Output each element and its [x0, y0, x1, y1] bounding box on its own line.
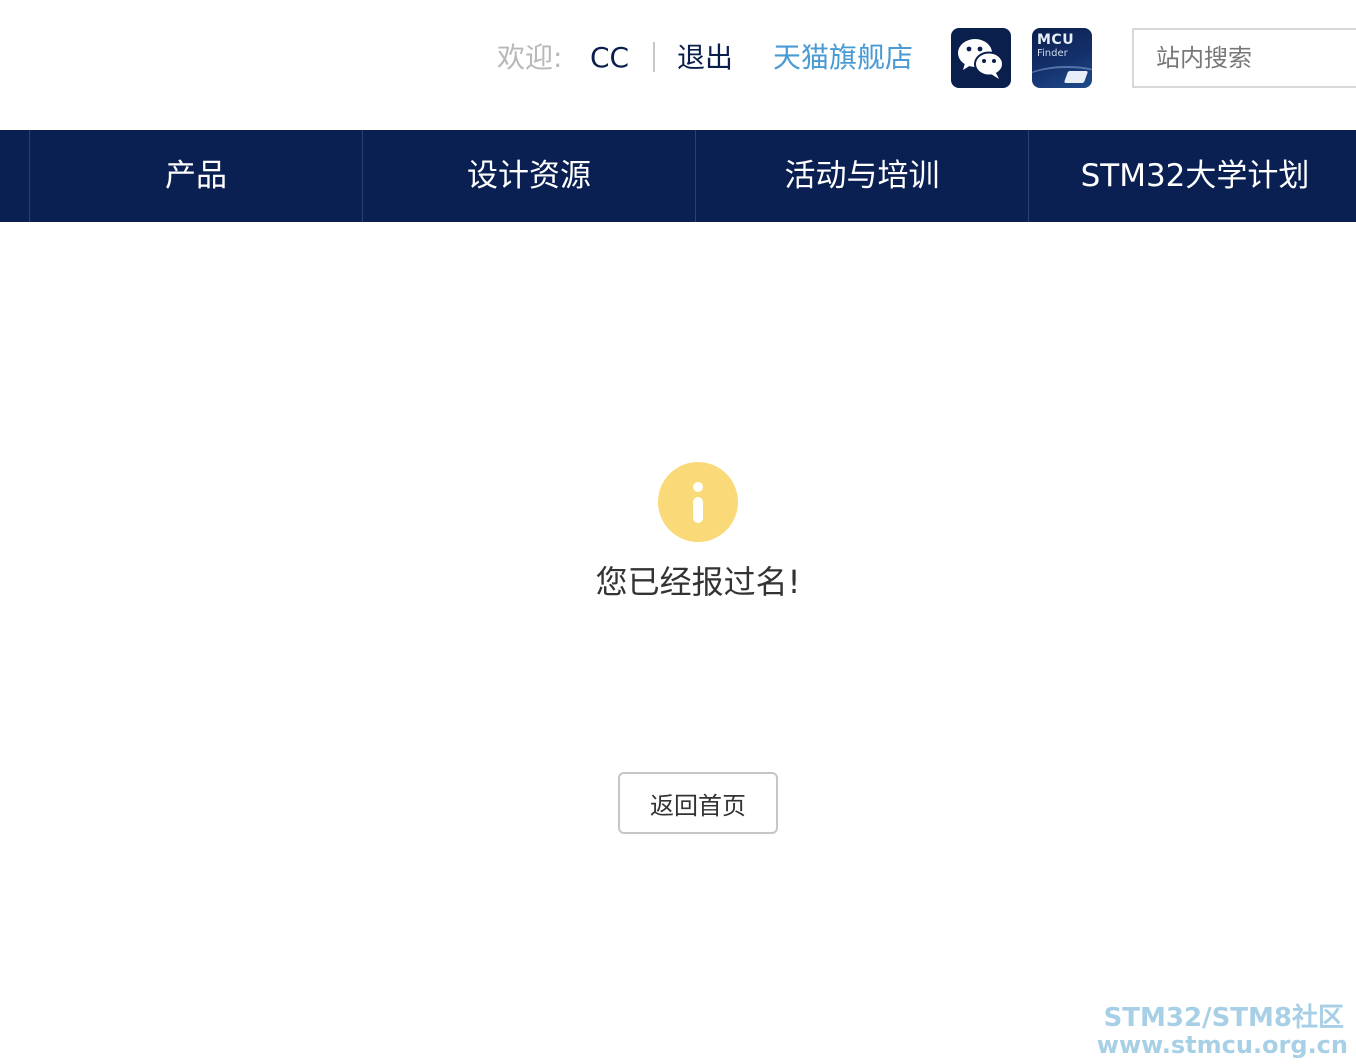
header-divider — [653, 42, 655, 72]
mcu-finder-icon[interactable]: MCU Finder — [1032, 28, 1092, 88]
info-icon — [658, 462, 738, 542]
mcu-finder-subtitle: Finder — [1037, 48, 1068, 59]
nav-item-university-program[interactable]: STM32大学计划 — [1029, 130, 1356, 222]
watermark-url: www.stmcu.org.cn — [1096, 1031, 1348, 1059]
info-icon-bar — [693, 497, 703, 523]
main-nav: 产品 设计资源 活动与培训 STM32大学计划 — [0, 130, 1356, 222]
nav-item-events-training[interactable]: 活动与培训 — [696, 130, 1028, 222]
nav-item-products[interactable]: 产品 — [30, 130, 362, 222]
watermark-title: STM32/STM8社区 — [1103, 1003, 1344, 1033]
welcome-label: 欢迎: — [497, 41, 563, 74]
return-home-button[interactable]: 返回首页 — [618, 772, 778, 834]
nav-item-design-resources[interactable]: 设计资源 — [363, 130, 695, 222]
tmall-store-link[interactable]: 天猫旗舰店 — [773, 38, 913, 78]
top-header: 欢迎: CC 退出 天猫旗舰店 MCU Finder — [0, 0, 1356, 130]
logout-link[interactable]: 退出 — [677, 38, 733, 78]
username[interactable]: CC — [590, 38, 629, 78]
status-message: 您已经报过名! — [595, 563, 801, 601]
info-icon-dot — [693, 482, 703, 492]
search-box — [1132, 28, 1356, 88]
mcu-finder-title: MCU — [1037, 32, 1075, 48]
search-input[interactable] — [1134, 30, 1356, 86]
wechat-icon[interactable] — [951, 28, 1011, 88]
